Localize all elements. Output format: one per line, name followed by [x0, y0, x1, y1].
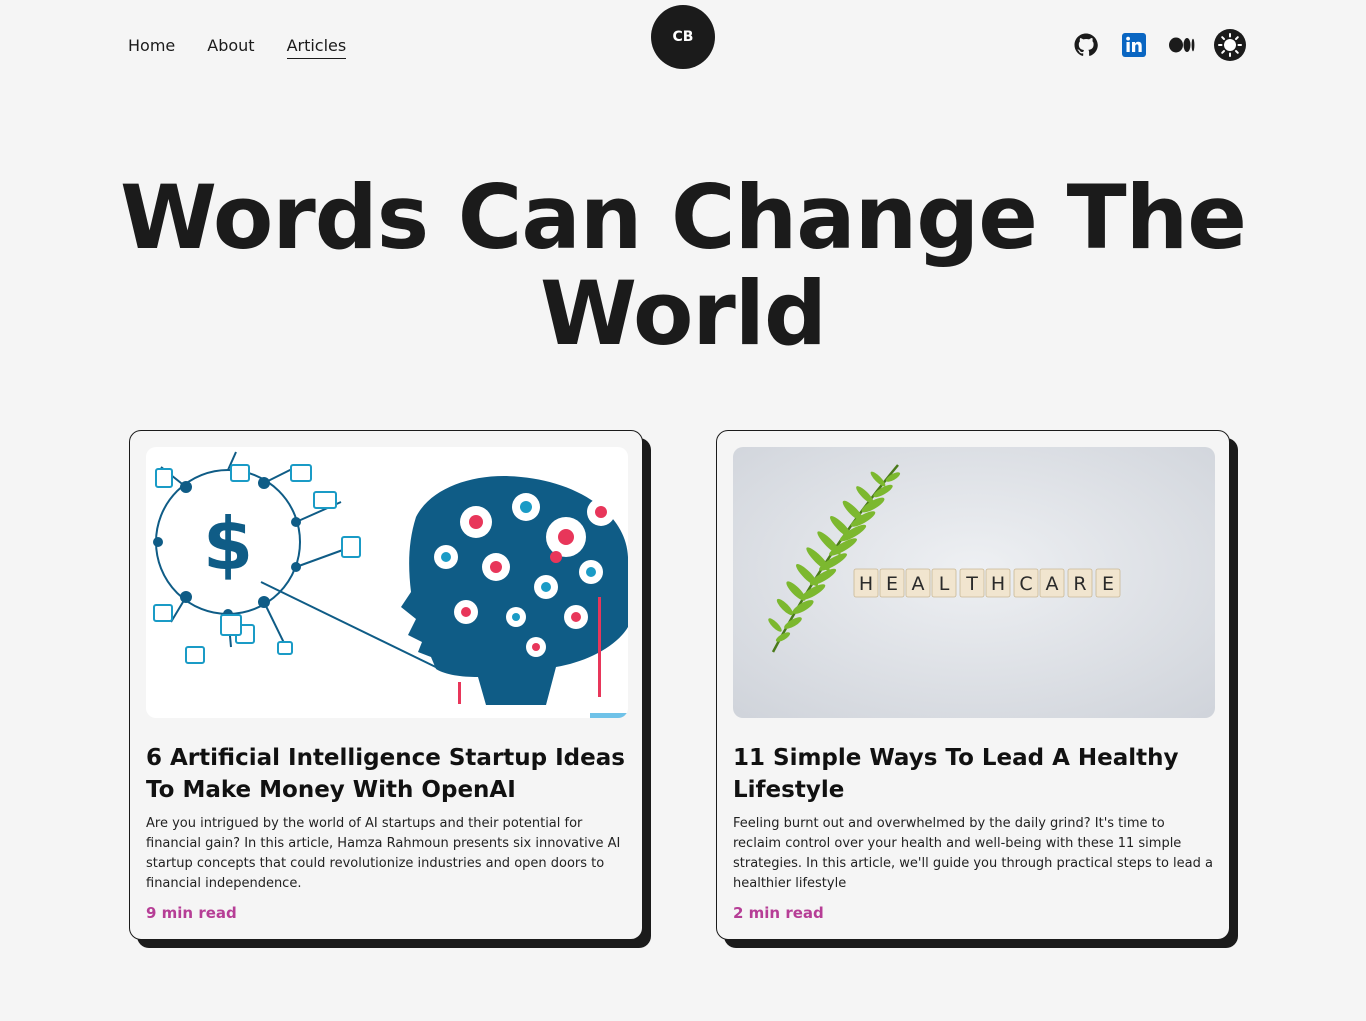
page-title-line2: World — [540, 262, 827, 365]
article-summary: Feeling burnt out and overwhelmed by the… — [733, 816, 1213, 891]
social-links — [1070, 29, 1246, 61]
svg-text:E: E — [886, 573, 898, 595]
article-image-ai-money-head[interactable]: $ — [146, 447, 628, 718]
main-nav: Home About Articles — [128, 36, 347, 59]
read-time: 2 min read — [733, 904, 824, 922]
read-time: 9 min read — [146, 904, 237, 922]
article-summary: Are you intrigued by the world of AI sta… — [146, 816, 621, 891]
svg-text:H: H — [859, 573, 873, 595]
article-title[interactable]: 6 Artificial Intelligence Startup Ideas … — [146, 742, 626, 806]
nav-articles[interactable]: Articles — [286, 36, 347, 59]
article-image-healthcare[interactable]: HEA LTH CAR E — [733, 447, 1215, 718]
article-card[interactable]: HEA LTH CAR E 11 Simple Ways To Lead A H… — [716, 430, 1230, 940]
nav-about[interactable]: About — [207, 36, 254, 59]
logo[interactable]: CB — [651, 5, 715, 69]
svg-text:T: T — [965, 573, 978, 595]
svg-text:H: H — [991, 573, 1005, 595]
svg-text:C: C — [1019, 573, 1032, 595]
nav-home[interactable]: Home — [128, 36, 175, 59]
article-title[interactable]: 11 Simple Ways To Lead A Healthy Lifesty… — [733, 742, 1213, 806]
svg-text:A: A — [1046, 573, 1059, 595]
svg-text:$: $ — [203, 502, 253, 586]
medium-icon[interactable] — [1166, 29, 1198, 61]
logo-text: CB — [672, 29, 694, 45]
svg-text:R: R — [1073, 573, 1086, 595]
svg-text:L: L — [939, 573, 950, 595]
linkedin-icon[interactable] — [1118, 29, 1150, 61]
page-title-line1: Words Can Change The — [120, 166, 1247, 269]
github-icon[interactable] — [1070, 29, 1102, 61]
article-card[interactable]: $ 6 Artificial Intelligence Startup Idea… — [129, 430, 643, 940]
page-title: Words Can Change The World — [0, 170, 1366, 362]
theme-toggle-sun-icon[interactable] — [1214, 29, 1246, 61]
svg-text:E: E — [1102, 573, 1114, 595]
svg-text:A: A — [912, 573, 925, 595]
